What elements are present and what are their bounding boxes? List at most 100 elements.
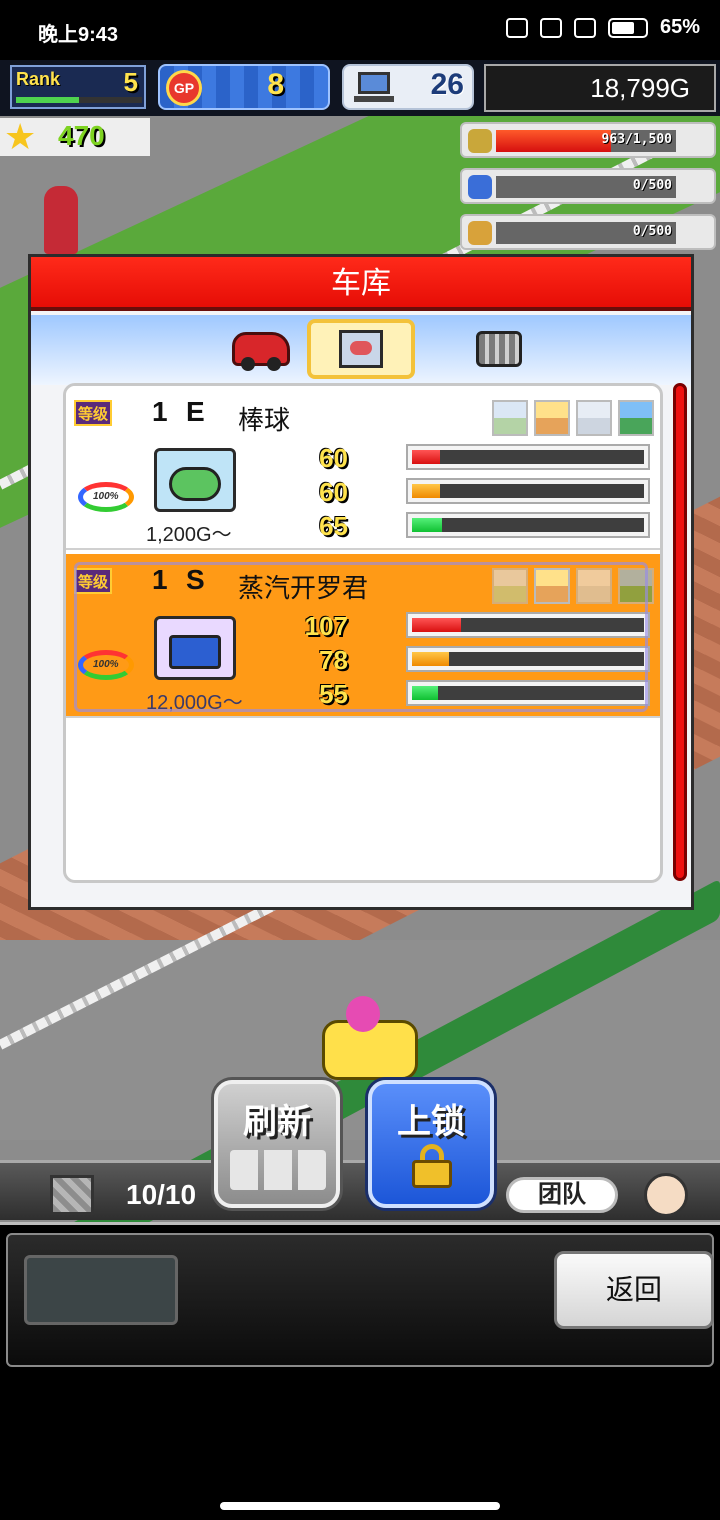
back-button[interactable]: 返回 xyxy=(554,1251,714,1329)
refresh-label: 刷新 xyxy=(243,1103,311,1141)
stat-fill xyxy=(412,686,438,700)
stat-fill xyxy=(412,518,443,532)
gp-value: 8 xyxy=(267,68,284,101)
driver-sprite xyxy=(346,996,380,1032)
terrain-snow-icon xyxy=(492,568,528,604)
status-bar: 晚上9:43 65% xyxy=(0,0,720,60)
stat-bar xyxy=(406,646,650,672)
character-sprite xyxy=(44,186,78,254)
stat-value: 60 xyxy=(319,443,348,473)
grade-number: 1 xyxy=(152,564,168,595)
item-name: 棒球 xyxy=(238,405,291,435)
stat-bar xyxy=(406,478,650,504)
terrain-desert-icon xyxy=(534,568,570,604)
stat-bar xyxy=(406,512,650,538)
stat-value: 60 xyxy=(319,477,348,507)
tab-kit[interactable] xyxy=(307,319,415,379)
stat-fill xyxy=(412,618,461,632)
kit-box-icon xyxy=(339,330,383,368)
terrain-desert-icon xyxy=(534,400,570,436)
list-item[interactable]: 等级 1 E 棒球 100% 1,200G～ 60 60 65 xyxy=(66,386,660,550)
rank-panel[interactable]: Rank 5 xyxy=(10,65,146,109)
star-counter: ★ 470 xyxy=(0,118,150,156)
rank-progress-bar xyxy=(16,97,142,103)
stat-fill xyxy=(412,652,450,666)
stat-row: 60 xyxy=(66,444,660,472)
gp-icon: GP xyxy=(166,70,202,106)
star-value: 470 xyxy=(58,120,105,151)
terrain-city-icon xyxy=(576,400,612,436)
refresh-button[interactable]: 刷新 xyxy=(214,1080,340,1208)
coin-icon xyxy=(468,129,492,153)
list-item-selected[interactable]: 等级 1 S 蒸汽开罗君 100% 12,000G～ 107 78 55 xyxy=(66,554,660,718)
stat-row: 107 xyxy=(66,612,660,640)
resource-value: 0/500 xyxy=(632,178,672,193)
cups-icon xyxy=(230,1150,326,1190)
rank-label: Rank xyxy=(16,69,61,89)
status-icons: 65% xyxy=(505,16,700,39)
grade-badge: 等级 xyxy=(74,400,112,426)
resource-wheat: 0/500 xyxy=(460,214,716,250)
empty-slot[interactable] xyxy=(24,1255,178,1325)
stat-row: 78 xyxy=(66,646,660,674)
stat-value: 65 xyxy=(319,511,348,541)
clock: 晚上9:43 xyxy=(38,24,119,46)
tab-car[interactable] xyxy=(207,319,315,379)
lock-label: 上锁 xyxy=(397,1103,465,1141)
home-indicator[interactable] xyxy=(220,1502,500,1510)
research-panel[interactable]: 26 xyxy=(342,64,474,110)
grade-badge: 等级 xyxy=(74,568,112,594)
tool-count: 10/10 xyxy=(126,1179,197,1210)
stat-value: 78 xyxy=(319,645,348,675)
rank-value: 5 xyxy=(123,67,138,97)
stat-fill xyxy=(412,484,440,498)
padlock-icon xyxy=(412,1144,452,1188)
resource-fill xyxy=(496,130,612,152)
stat-bar xyxy=(406,444,650,470)
gp-panel[interactable]: GP 8 xyxy=(158,64,330,110)
stat-fill xyxy=(412,450,440,464)
terrain-mountain-icon xyxy=(618,568,654,604)
dock-panel: 返回 xyxy=(6,1233,714,1367)
resource-fuel: 0/500 xyxy=(460,168,716,204)
money-display: 18,799G xyxy=(484,64,716,112)
panel-title: 车库 xyxy=(31,257,691,311)
computer-icon xyxy=(354,72,394,104)
scrollbar[interactable] xyxy=(673,383,687,881)
tab-engine[interactable] xyxy=(445,319,553,379)
stat-value: 55 xyxy=(319,679,348,709)
resource-coins: 963/1,500 xyxy=(460,122,716,158)
garage-panel: 车库 等级 1 E 棒球 100% 1,200G～ 60 60 65 等级 1 … xyxy=(28,254,694,910)
fuel-icon xyxy=(468,175,492,199)
stat-bar xyxy=(406,680,650,706)
team-button[interactable]: 团队 xyxy=(506,1177,618,1213)
stat-value: 107 xyxy=(304,611,348,641)
grade-letter: S xyxy=(186,564,205,595)
wheat-icon xyxy=(468,221,492,245)
terrain-snow-icon xyxy=(492,400,528,436)
garage-tabs xyxy=(31,315,691,385)
item-name: 蒸汽开罗君 xyxy=(238,573,369,603)
wifi-icon xyxy=(573,17,596,38)
avatar[interactable] xyxy=(644,1173,688,1217)
stat-row: 55 xyxy=(66,680,660,708)
bottom-dock: 返回 xyxy=(0,1222,720,1372)
star-icon: ★ xyxy=(4,116,37,157)
navigation-area xyxy=(0,1372,720,1520)
terrain-city-icon xyxy=(576,568,612,604)
terrain-mountain-icon xyxy=(618,400,654,436)
mute-icon xyxy=(505,17,528,38)
rank-progress-fill xyxy=(16,97,79,103)
lock-button[interactable]: 上锁 xyxy=(368,1080,494,1208)
battery-percent: 65% xyxy=(659,16,700,38)
engine-icon xyxy=(476,331,522,367)
grade-letter: E xyxy=(186,396,205,427)
top-hud: Rank 5 GP 8 26 18,799G xyxy=(0,60,720,116)
grade-number: 1 xyxy=(152,396,168,427)
kit-list[interactable]: 等级 1 E 棒球 100% 1,200G～ 60 60 65 等级 1 S 蒸… xyxy=(63,383,663,883)
tool-row: 10/10 团队 xyxy=(0,1160,720,1220)
car-icon xyxy=(232,332,290,371)
signal-icon xyxy=(539,17,562,38)
stat-row: 60 xyxy=(66,478,660,506)
crate-icon xyxy=(50,1175,94,1215)
